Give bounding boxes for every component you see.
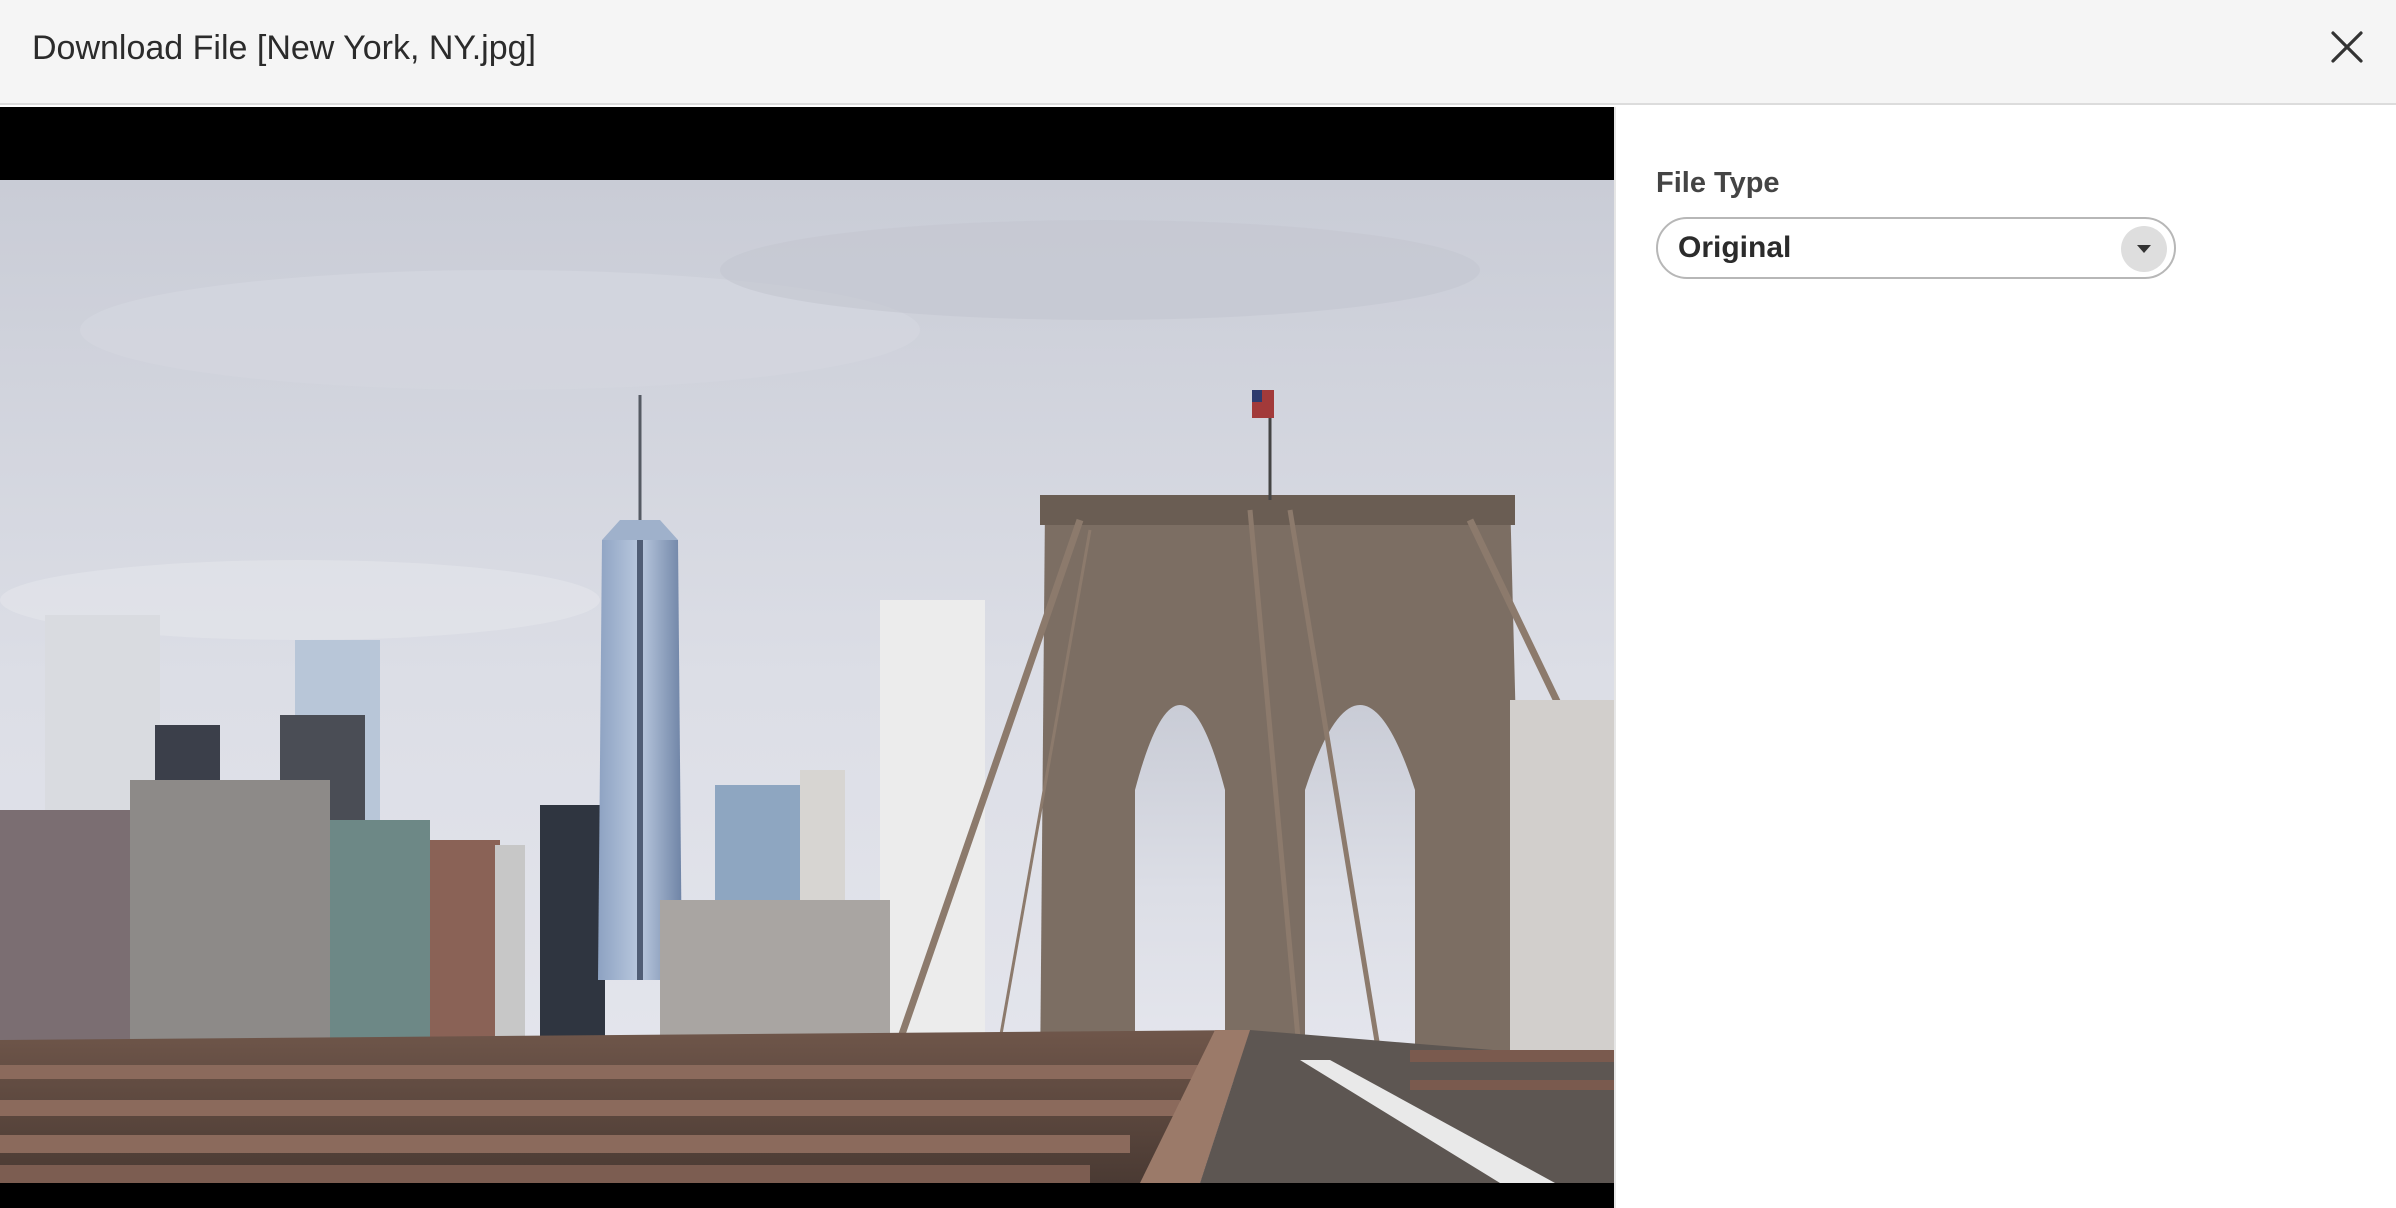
dropdown-button[interactable] (2121, 226, 2167, 272)
image-preview (0, 107, 1614, 1208)
dialog-header: Download File [New York, NY.jpg] (0, 0, 2396, 105)
dialog-title: Download File [New York, NY.jpg] (32, 29, 536, 67)
file-type-label: File Type (1656, 167, 1780, 199)
chevron-down-icon (2137, 245, 2151, 253)
file-type-value: Original (1678, 231, 1792, 264)
preview-photo (0, 180, 1614, 1183)
close-button[interactable] (2322, 22, 2372, 72)
close-icon (2331, 31, 2363, 63)
file-type-select[interactable]: Original (1656, 217, 2176, 279)
options-panel: File Type Original (1614, 107, 2396, 1208)
